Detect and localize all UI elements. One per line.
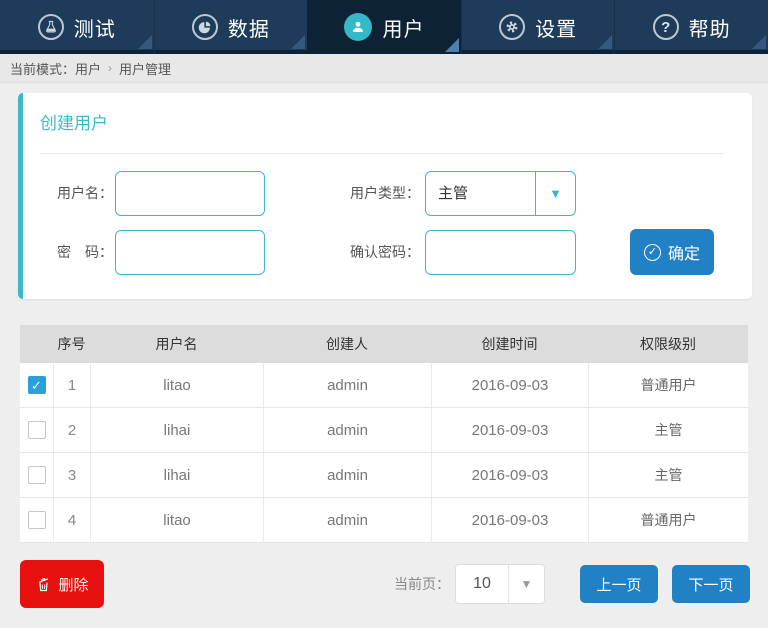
circle-check-icon: ✓ — [644, 244, 661, 261]
row-checkbox[interactable]: ✓ — [28, 421, 46, 439]
tab-settings[interactable]: 设置 — [461, 0, 615, 54]
flask-icon — [38, 14, 64, 40]
delete-button-label: 删除 — [58, 574, 88, 595]
gear-icon — [499, 14, 525, 40]
breadcrumb-current: 用户管理 — [119, 59, 171, 78]
password-input[interactable] — [115, 230, 265, 275]
cell-created: 2016-09-03 — [431, 453, 588, 497]
cell-seq: 3 — [53, 453, 90, 497]
pie-chart-icon — [192, 14, 218, 40]
cell-creator: admin — [263, 498, 431, 542]
header-level: 权限级别 — [588, 325, 748, 363]
cell-username: lihai — [90, 453, 263, 497]
table-row: ✓ 4 litao admin 2016-09-03 普通用户 — [20, 498, 748, 543]
row-checkbox[interactable]: ✓ — [28, 466, 46, 484]
cell-created: 2016-09-03 — [431, 498, 588, 542]
prev-page-button[interactable]: 上一页 — [580, 565, 658, 603]
table-header-row: 序号 用户名 创建人 创建时间 权限级别 — [20, 325, 748, 363]
confirm-button[interactable]: ✓ 确定 — [630, 229, 714, 275]
breadcrumb-mode: 当前模式：用户 — [10, 59, 101, 78]
chevron-down-icon: ▼ — [508, 565, 544, 603]
cell-creator: admin — [263, 453, 431, 497]
panel-divider — [40, 153, 724, 154]
confirm-password-input[interactable] — [425, 230, 576, 275]
app-screen: 测试 数据 用户 — [0, 0, 768, 628]
tab-label: 帮助 — [689, 13, 731, 42]
header-creator: 创建人 — [263, 325, 431, 363]
header-created: 创建时间 — [431, 325, 588, 363]
username-input[interactable] — [115, 171, 265, 216]
next-page-button[interactable]: 下一页 — [672, 565, 750, 603]
usertype-select[interactable]: 主管 ▼ — [425, 171, 576, 216]
tab-corner-triangle — [445, 38, 459, 52]
tab-corner-triangle — [291, 35, 305, 49]
header-seq: 序号 — [53, 325, 90, 363]
cell-level: 主管 — [588, 408, 748, 452]
cell-username: lihai — [90, 408, 263, 452]
delete-button[interactable]: 删除 — [20, 560, 104, 608]
tab-corner-triangle — [752, 35, 766, 49]
trash-icon — [35, 576, 52, 593]
cell-username: litao — [90, 363, 263, 407]
row-checkbox[interactable]: ✓ — [28, 376, 46, 394]
confirm-password-label: 确认密码： — [318, 230, 420, 275]
tab-label: 数据 — [228, 13, 270, 42]
cell-seq: 2 — [53, 408, 90, 452]
page-size-value: 10 — [456, 565, 508, 603]
cell-username: litao — [90, 498, 263, 542]
cell-creator: admin — [263, 408, 431, 452]
tab-corner-triangle — [138, 35, 152, 49]
current-page-label: 当前页： — [370, 560, 450, 608]
footer-bar: 删除 当前页： 10 ▼ 上一页 下一页 — [0, 560, 768, 608]
users-table: 序号 用户名 创建人 创建时间 权限级别 ✓ 1 litao admin 201… — [20, 325, 748, 543]
tab-users[interactable]: 用户 — [307, 0, 461, 54]
tab-label: 设置 — [535, 13, 577, 42]
question-icon: ? — [653, 14, 679, 40]
password-label: 密 码： — [28, 230, 113, 275]
table-row: ✓ 3 lihai admin 2016-09-03 主管 — [20, 453, 748, 498]
cell-creator: admin — [263, 363, 431, 407]
row-checkbox[interactable]: ✓ — [28, 511, 46, 529]
panel-title: 创建用户 — [40, 109, 108, 134]
check-icon: ✓ — [31, 379, 42, 392]
tab-test[interactable]: 测试 — [0, 0, 154, 54]
tab-corner-triangle — [598, 35, 612, 49]
tab-data[interactable]: 数据 — [154, 0, 308, 54]
cell-seq: 1 — [53, 363, 90, 407]
create-user-panel: 创建用户 用户名： 用户类型： 主管 ▼ 密 码： 确认密码： ✓ 确定 — [18, 93, 752, 299]
cell-seq: 4 — [53, 498, 90, 542]
username-label: 用户名： — [28, 171, 113, 216]
table-row: ✓ 1 litao admin 2016-09-03 普通用户 — [20, 363, 748, 408]
top-nav: 测试 数据 用户 — [0, 0, 768, 54]
confirm-button-label: 确定 — [668, 240, 700, 264]
cell-level: 主管 — [588, 453, 748, 497]
usertype-selected-value: 主管 — [426, 172, 535, 215]
breadcrumb-separator: › — [108, 61, 112, 75]
cell-created: 2016-09-03 — [431, 408, 588, 452]
header-username: 用户名 — [90, 325, 263, 363]
user-icon — [344, 13, 372, 41]
chevron-down-icon: ▼ — [535, 172, 575, 215]
table-row: ✓ 2 lihai admin 2016-09-03 主管 — [20, 408, 748, 453]
cell-level: 普通用户 — [588, 498, 748, 542]
tab-label: 测试 — [74, 13, 116, 42]
tab-label: 用户 — [382, 13, 424, 42]
tab-help[interactable]: ? 帮助 — [614, 0, 768, 54]
cell-level: 普通用户 — [588, 363, 748, 407]
breadcrumb: 当前模式：用户 › 用户管理 — [0, 54, 768, 83]
cell-created: 2016-09-03 — [431, 363, 588, 407]
page-size-select[interactable]: 10 ▼ — [455, 564, 545, 604]
usertype-label: 用户类型： — [318, 171, 420, 216]
header-checkbox-spacer — [20, 325, 53, 363]
